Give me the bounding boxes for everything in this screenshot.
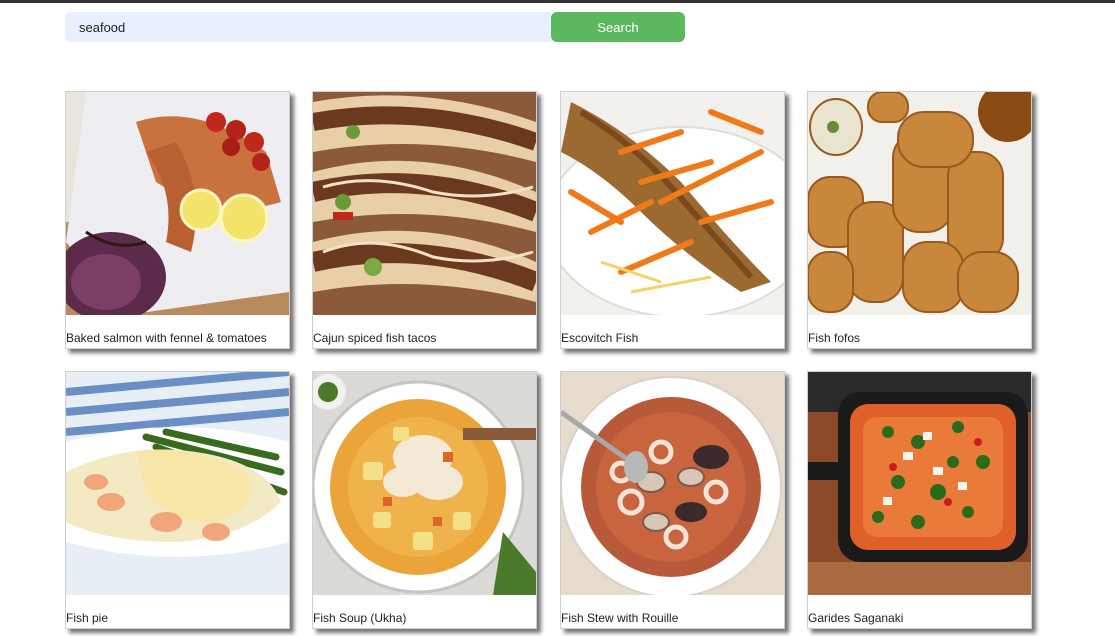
recipe-title[interactable]: Garides Saganaki	[808, 611, 1031, 625]
search-bar: Search	[65, 12, 685, 42]
recipe-card[interactable]: Fish pie	[65, 371, 290, 629]
recipe-title[interactable]: Cajun spiced fish tacos	[313, 331, 536, 345]
recipe-title[interactable]: Fish fofos	[808, 331, 1031, 345]
recipe-card[interactable]: Fish fofos	[807, 91, 1032, 349]
search-input[interactable]	[65, 12, 551, 42]
fish-soup-image[interactable]	[313, 372, 536, 595]
recipe-card[interactable]: Fish Stew with Rouille	[560, 371, 785, 629]
top-border	[0, 0, 1115, 3]
recipe-title[interactable]: Fish Stew with Rouille	[561, 611, 784, 625]
recipe-card[interactable]: Escovitch Fish	[560, 91, 785, 349]
fish-fofos-image[interactable]	[808, 92, 1031, 315]
recipe-card[interactable]: Cajun spiced fish tacos	[312, 91, 537, 349]
recipe-title[interactable]: Escovitch Fish	[561, 331, 784, 345]
salmon-dish-image[interactable]	[66, 92, 289, 315]
fish-pie-image[interactable]	[66, 372, 289, 595]
search-button[interactable]: Search	[551, 12, 685, 42]
fish-stew-image[interactable]	[561, 372, 784, 595]
recipe-title[interactable]: Baked salmon with fennel & tomatoes	[66, 331, 289, 345]
recipe-card[interactable]: Garides Saganaki	[807, 371, 1032, 629]
garides-saganaki-image[interactable]	[808, 372, 1031, 595]
recipe-card[interactable]: Baked salmon with fennel & tomatoes	[65, 91, 290, 349]
fish-tacos-image[interactable]	[313, 92, 536, 315]
recipe-title[interactable]: Fish pie	[66, 611, 289, 625]
recipe-title[interactable]: Fish Soup (Ukha)	[313, 611, 536, 625]
recipe-card[interactable]: Fish Soup (Ukha)	[312, 371, 537, 629]
escovitch-fish-image[interactable]	[561, 92, 784, 315]
